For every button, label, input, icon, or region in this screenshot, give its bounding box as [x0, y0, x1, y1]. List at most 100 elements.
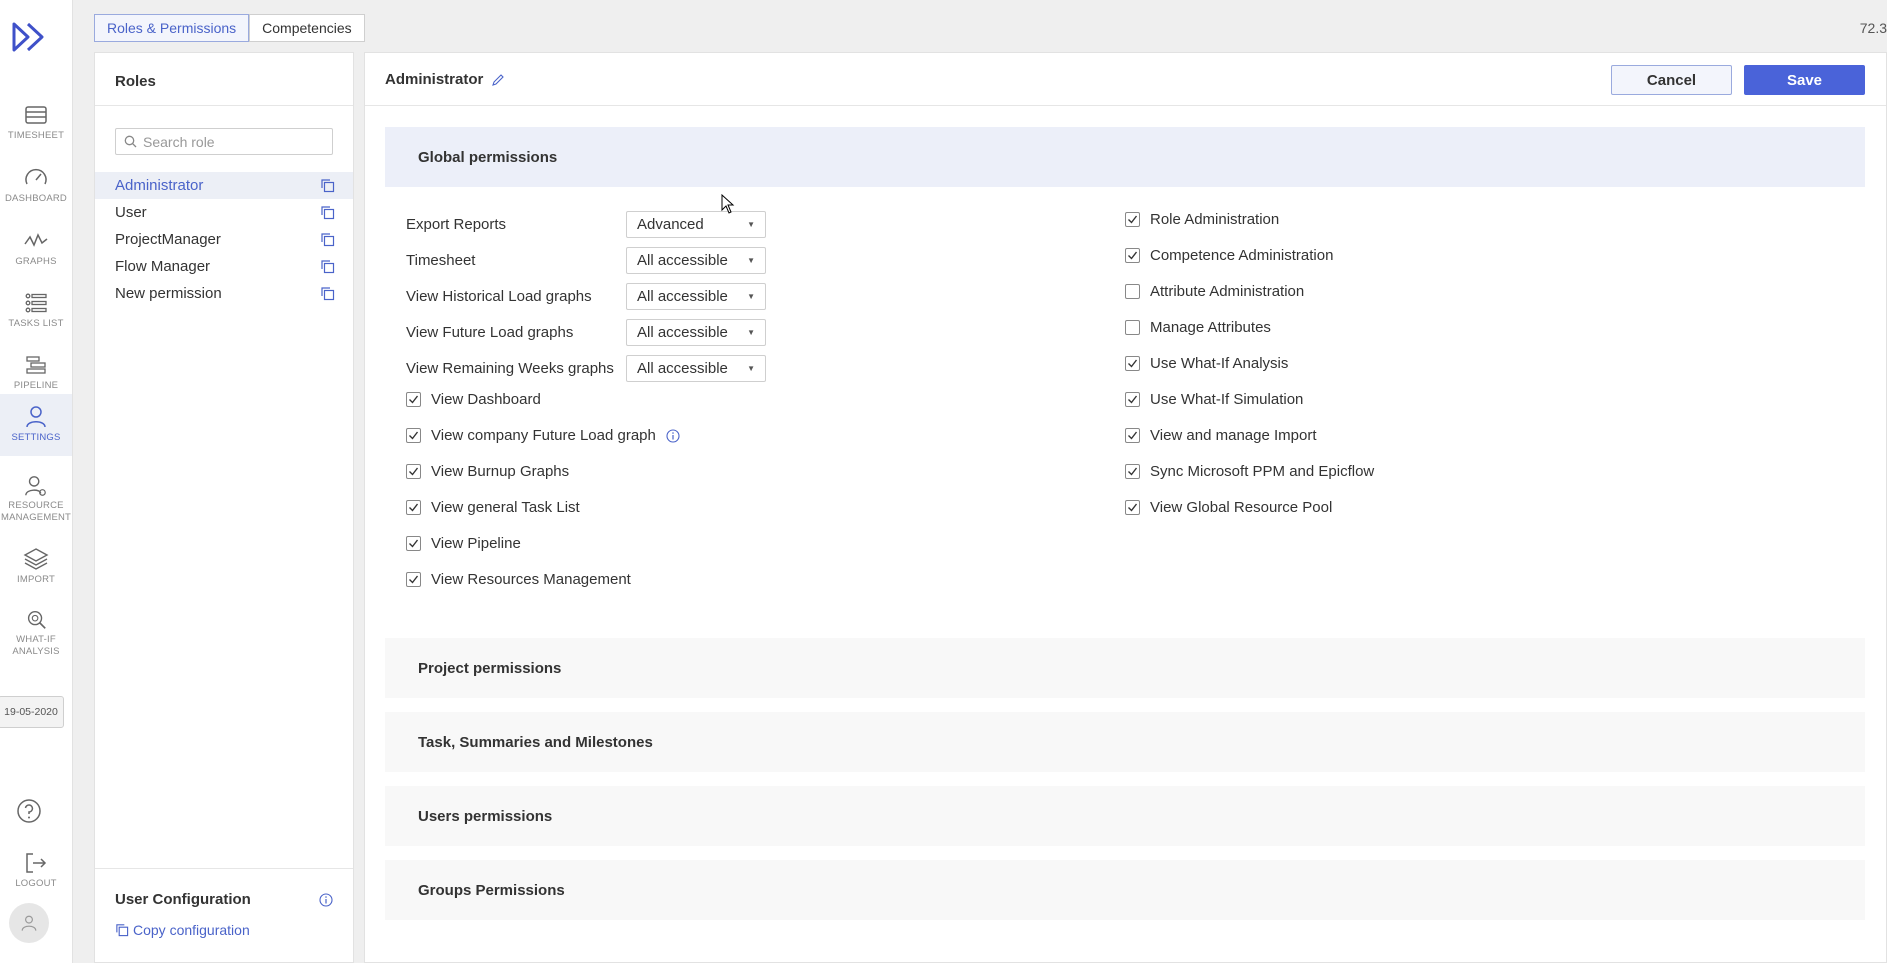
section-groups-permissions[interactable]: Groups Permissions [385, 860, 1865, 920]
nav-label: IMPORT [17, 574, 55, 585]
duplicate-icon[interactable] [320, 259, 335, 274]
nav-tasks-list[interactable]: TASKS LIST [0, 280, 72, 340]
checkbox[interactable] [1125, 248, 1140, 263]
role-item-user[interactable]: User [95, 199, 353, 226]
search-icon [124, 135, 137, 148]
check-what-if-analysis[interactable]: Use What-If Analysis [1125, 355, 1288, 372]
logout-icon [26, 853, 47, 873]
checkbox[interactable] [1125, 320, 1140, 335]
perm-future-load: View Future Load graphs All accessible ▼ [406, 319, 766, 346]
check-competence-administration[interactable]: Competence Administration [1125, 247, 1333, 264]
checkbox[interactable] [406, 464, 421, 479]
nav-timesheet[interactable]: TIMESHEET [0, 92, 72, 152]
info-icon[interactable] [666, 428, 680, 443]
check-burnup-graphs[interactable]: View Burnup Graphs [406, 463, 569, 480]
checkbox[interactable] [1125, 284, 1140, 299]
epicflow-logo-icon[interactable] [10, 20, 50, 54]
check-label: View Pipeline [431, 535, 521, 552]
historical-load-select[interactable]: All accessible ▼ [626, 283, 766, 310]
check-label: View and manage Import [1150, 427, 1317, 444]
check-what-if-simulation[interactable]: Use What-If Simulation [1125, 391, 1303, 408]
roles-panel: Roles Administrator User ProjectManager … [94, 52, 354, 963]
checkbox[interactable] [406, 500, 421, 515]
checkbox[interactable] [406, 572, 421, 587]
checkmark-icon [409, 503, 419, 512]
role-item-new-permission[interactable]: New permission [95, 280, 353, 307]
divider [95, 105, 353, 106]
nav-label: WHAT-IF ANALYSIS [12, 634, 60, 657]
future-load-select[interactable]: All accessible ▼ [626, 319, 766, 346]
date-chip[interactable]: 19-05-2020 [0, 696, 64, 728]
role-name-title: Administrator [385, 71, 484, 88]
help-icon[interactable] [16, 798, 42, 824]
nav-label: TASKS LIST [8, 318, 64, 329]
section-global-permissions[interactable]: Global permissions [385, 127, 1865, 187]
checkbox[interactable] [1125, 392, 1140, 407]
info-icon[interactable] [319, 892, 333, 907]
search-role-input[interactable] [143, 133, 323, 150]
tab-competencies[interactable]: Competencies [249, 14, 365, 42]
nav-pipeline[interactable]: PIPELINE [0, 342, 72, 402]
cancel-button[interactable]: Cancel [1611, 65, 1732, 95]
duplicate-icon[interactable] [320, 205, 335, 220]
check-view-dashboard[interactable]: View Dashboard [406, 391, 541, 408]
perm-label: Timesheet [406, 252, 476, 269]
remaining-weeks-select[interactable]: All accessible ▼ [626, 355, 766, 382]
nav-import[interactable]: IMPORT [0, 536, 72, 596]
check-global-resource-pool[interactable]: View Global Resource Pool [1125, 499, 1332, 516]
checkmark-icon [1128, 503, 1138, 512]
duplicate-icon[interactable] [320, 286, 335, 301]
nav-graphs[interactable]: GRAPHS [0, 218, 72, 278]
select-value: All accessible [637, 324, 728, 341]
check-role-administration[interactable]: Role Administration [1125, 211, 1279, 228]
check-label: Manage Attributes [1150, 319, 1271, 336]
caret-down-icon: ▼ [747, 256, 755, 265]
nav-what-if-analysis[interactable]: WHAT-IF ANALYSIS [0, 598, 72, 658]
nav-logout[interactable]: LOGOUT [0, 840, 72, 900]
select-value: All accessible [637, 252, 728, 269]
settings-user-icon [26, 406, 46, 428]
duplicate-icon[interactable] [320, 178, 335, 193]
checkbox[interactable] [1125, 428, 1140, 443]
check-manage-import[interactable]: View and manage Import [1125, 427, 1317, 444]
section-users-permissions[interactable]: Users permissions [385, 786, 1865, 846]
avatar[interactable] [9, 903, 49, 943]
section-project-permissions[interactable]: Project permissions [385, 638, 1865, 698]
caret-down-icon: ▼ [747, 328, 755, 337]
section-task-summaries-milestones[interactable]: Task, Summaries and Milestones [385, 712, 1865, 772]
timesheet-select[interactable]: All accessible ▼ [626, 247, 766, 274]
role-item-flow-manager[interactable]: Flow Manager [95, 253, 353, 280]
check-label: View company Future Load graph [431, 427, 656, 444]
checkbox[interactable] [1125, 464, 1140, 479]
copy-configuration-link[interactable]: Copy configuration [115, 922, 333, 938]
checkbox[interactable] [1125, 500, 1140, 515]
perm-export-reports: Export Reports Advanced ▼ [406, 211, 766, 238]
checkbox[interactable] [406, 536, 421, 551]
role-item-administrator[interactable]: Administrator [95, 172, 353, 199]
role-item-projectmanager[interactable]: ProjectManager [95, 226, 353, 253]
nav-dashboard[interactable]: DASHBOARD [0, 155, 72, 215]
duplicate-icon[interactable] [320, 232, 335, 247]
graphs-icon [24, 233, 48, 247]
copy-icon [116, 924, 129, 937]
export-reports-select[interactable]: Advanced ▼ [626, 211, 766, 238]
checkbox[interactable] [1125, 212, 1140, 227]
edit-pencil-icon[interactable] [491, 73, 505, 87]
nav-resource-management[interactable]: RESOURCE MANAGEMENT [0, 464, 72, 524]
tab-roles-permissions[interactable]: Roles & Permissions [94, 14, 250, 42]
checkbox[interactable] [406, 392, 421, 407]
checkmark-icon [1128, 467, 1138, 476]
check-manage-attributes[interactable]: Manage Attributes [1125, 319, 1271, 336]
check-attribute-administration[interactable]: Attribute Administration [1125, 283, 1304, 300]
check-general-task-list[interactable]: View general Task List [406, 499, 580, 516]
check-resources-management[interactable]: View Resources Management [406, 571, 631, 588]
check-company-future-load[interactable]: View company Future Load graph [406, 427, 680, 444]
save-button[interactable]: Save [1744, 65, 1865, 95]
checkbox[interactable] [406, 428, 421, 443]
nav-settings[interactable]: SETTINGS [0, 394, 72, 456]
checkbox[interactable] [1125, 356, 1140, 371]
settings-tabs: Roles & Permissions Competencies [94, 14, 365, 42]
checkmark-icon [1128, 251, 1138, 260]
check-view-pipeline[interactable]: View Pipeline [406, 535, 521, 552]
check-sync-microsoft-ppm[interactable]: Sync Microsoft PPM and Epicflow [1125, 463, 1374, 480]
